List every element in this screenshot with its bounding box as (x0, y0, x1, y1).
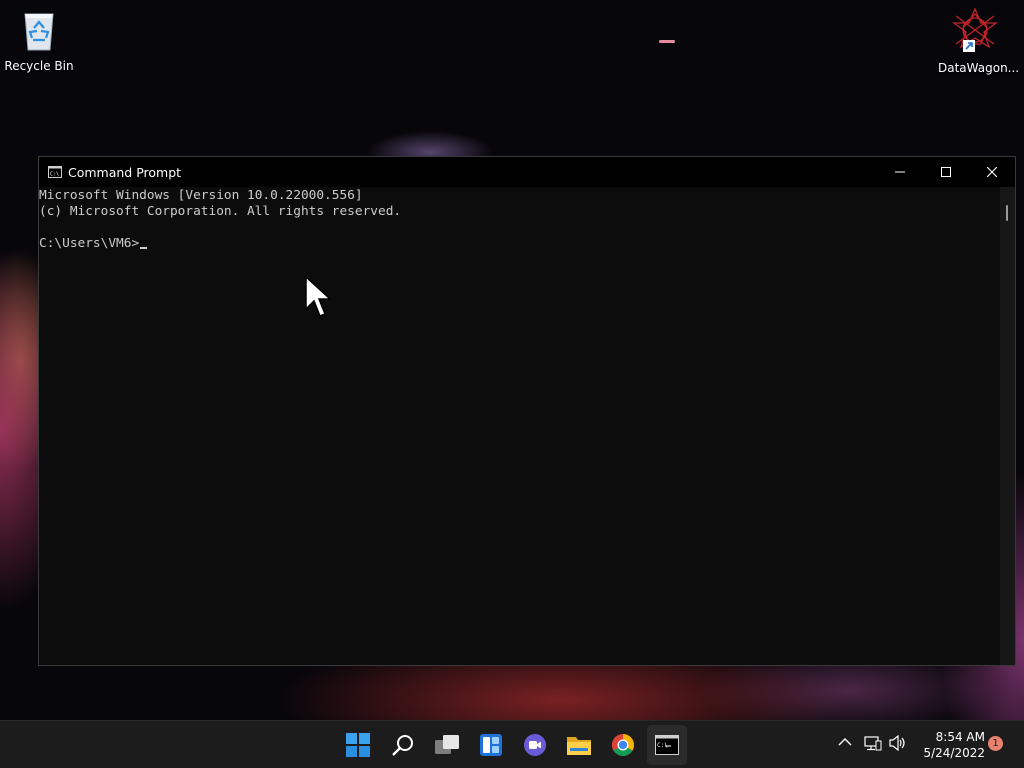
desktop-icon-label: Recycle Bin (4, 59, 74, 73)
clock-time: 8:54 AM (935, 730, 985, 744)
taskbar-clock[interactable]: 8:54 AM 5/24/2022 (913, 729, 985, 761)
widgets-button[interactable] (471, 725, 511, 765)
desktop-icon-recycle-bin[interactable]: Recycle Bin (2, 8, 76, 73)
minimize-icon (895, 171, 905, 173)
cmd-icon: C:\ (48, 166, 62, 178)
command-prompt-line[interactable]: C:\Users\VM6> (39, 236, 148, 252)
mouse-pointer-icon (305, 276, 332, 317)
show-hidden-icons-button[interactable] (838, 735, 852, 749)
start-button[interactable] (338, 725, 378, 765)
window-title: Command Prompt (68, 165, 182, 180)
notification-badge[interactable]: 1 (988, 736, 1003, 751)
close-button[interactable] (969, 157, 1015, 187)
taskbar: C:\ 8:54 AM 5/24/2022 (0, 720, 1024, 768)
task-view-icon (435, 735, 459, 754)
file-explorer-icon (567, 737, 591, 755)
network-icon (864, 736, 882, 751)
chat-button[interactable] (515, 725, 555, 765)
search-button[interactable] (383, 725, 423, 765)
close-icon (987, 167, 997, 177)
maximize-button[interactable] (923, 157, 969, 187)
widgets-icon (480, 734, 502, 756)
network-button[interactable] (864, 735, 882, 751)
prompt-text: C:\Users\VM6> (39, 236, 140, 251)
volume-button[interactable] (889, 735, 907, 751)
file-explorer-button[interactable] (559, 725, 599, 765)
console-output[interactable]: Microsoft Windows [Version 10.0.22000.55… (39, 187, 1001, 665)
text-caret (140, 247, 148, 249)
running-app-indicator (659, 40, 675, 43)
window-titlebar[interactable]: C:\ Command Prompt (39, 157, 1015, 187)
command-prompt-window[interactable]: C:\ Command Prompt Microsoft Windows [Ve… (38, 156, 1016, 666)
chevron-up-icon (838, 738, 852, 746)
chrome-button[interactable] (603, 725, 643, 765)
scrollbar-thumb[interactable] (1006, 205, 1008, 221)
desktop-icon-datawagon[interactable]: DataWagon... (938, 7, 1020, 75)
start-icon (346, 733, 370, 757)
console-line: Microsoft Windows [Version 10.0.22000.55… (39, 188, 363, 203)
chat-icon (524, 734, 546, 756)
task-view-button[interactable] (427, 725, 467, 765)
search-icon (392, 735, 413, 756)
command-prompt-taskbar-button[interactable]: C:\ (647, 725, 687, 765)
desktop-icon-label: DataWagon... (938, 61, 1020, 75)
cmd-icon: C:\ (655, 735, 679, 755)
console-line: (c) Microsoft Corporation. All rights re… (39, 204, 402, 219)
datawagon-shortcut-icon (952, 7, 998, 52)
volume-icon (889, 735, 905, 751)
vertical-scrollbar[interactable] (1000, 187, 1015, 665)
minimize-button[interactable] (877, 157, 923, 187)
recycle-bin-icon (24, 13, 54, 51)
clock-date: 5/24/2022 (923, 746, 985, 760)
svg-text:C:\: C:\ (50, 172, 59, 178)
chrome-icon (612, 734, 634, 756)
maximize-icon (941, 167, 951, 177)
